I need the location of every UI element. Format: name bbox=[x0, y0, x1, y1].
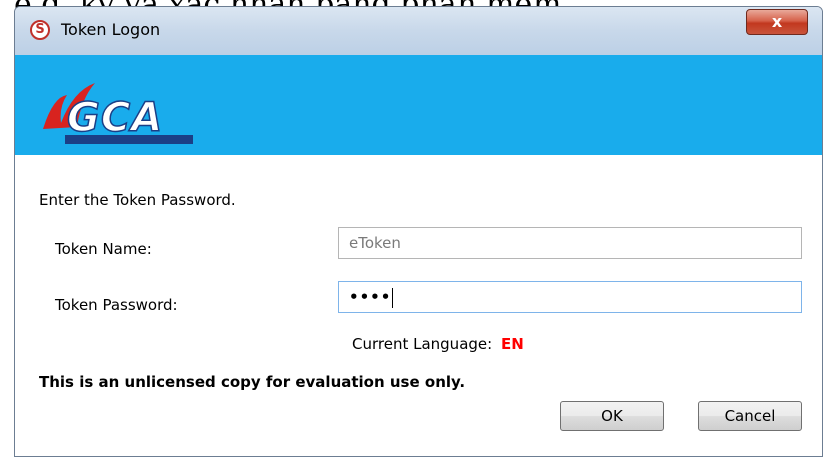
prompt-text: Enter the Token Password. bbox=[39, 191, 236, 209]
svg-text:GCA: GCA bbox=[67, 95, 163, 141]
token-password-field[interactable]: •••• bbox=[338, 281, 802, 313]
token-name-label: Token Name: bbox=[55, 240, 152, 258]
token-password-label: Token Password: bbox=[55, 296, 178, 314]
current-language-value: EN bbox=[501, 335, 524, 353]
token-name-field[interactable]: eToken bbox=[338, 227, 802, 259]
dialog-content: Enter the Token Password. Token Name: eT… bbox=[15, 155, 822, 456]
unlicensed-notice: This is an unlicensed copy for evaluatio… bbox=[39, 373, 466, 391]
window-title: Token Logon bbox=[61, 20, 161, 39]
current-language-label: Current Language: bbox=[352, 335, 493, 353]
close-button[interactable]: x bbox=[746, 9, 808, 35]
token-logon-dialog: S Token Logon x GCA Enter the Token Pass… bbox=[14, 6, 823, 457]
ok-button[interactable]: OK bbox=[560, 401, 664, 431]
vgca-logo: GCA bbox=[43, 83, 193, 144]
banner: GCA bbox=[15, 55, 822, 155]
app-logo-icon: S bbox=[30, 20, 50, 40]
cancel-button[interactable]: Cancel bbox=[698, 401, 802, 431]
password-dots: •••• bbox=[349, 288, 392, 306]
title-bar: S Token Logon x bbox=[15, 7, 822, 56]
text-caret bbox=[392, 287, 394, 308]
